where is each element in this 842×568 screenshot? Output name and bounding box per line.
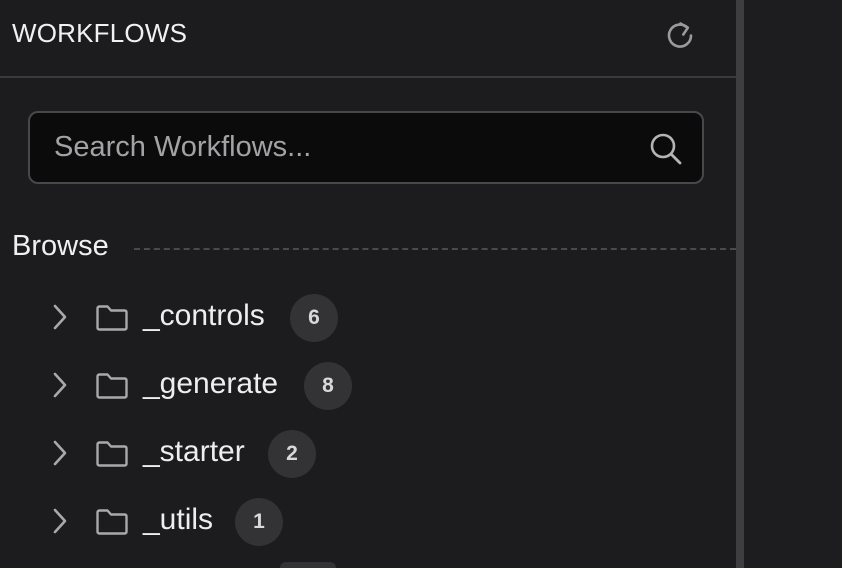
main-content-pane [744, 0, 842, 568]
chevron-right-icon[interactable] [48, 302, 72, 332]
dashed-divider [134, 248, 736, 250]
folder-icon [94, 302, 130, 334]
chevron-right-icon[interactable] [48, 370, 72, 400]
tree-item-starter[interactable]: _starter 2 [0, 426, 736, 482]
search-box [28, 111, 704, 184]
tree-item-label: _generate [143, 367, 279, 400]
tree-item-label: _controls [143, 299, 265, 332]
chevron-right-icon[interactable] [48, 506, 72, 536]
tree-item-utils[interactable]: _utils 1 [0, 494, 736, 550]
folder-icon [94, 438, 130, 470]
refresh-button[interactable] [660, 14, 700, 54]
workflows-panel: WORKFLOWS Browse _contr [0, 0, 736, 568]
panel-resize-handle[interactable] [736, 0, 744, 568]
count-badge: 2 [268, 430, 316, 478]
panel-title: WORKFLOWS [12, 18, 188, 48]
search-input[interactable] [54, 113, 644, 182]
count-badge: 8 [304, 362, 352, 410]
browse-label: Browse [12, 230, 109, 262]
tree-item-label: _utils [143, 503, 214, 536]
folder-icon [94, 370, 130, 402]
search-icon[interactable] [646, 129, 686, 169]
count-badge: 6 [290, 294, 338, 342]
tree-item-generate[interactable]: _generate 8 [0, 358, 736, 414]
count-badge: 1 [235, 498, 283, 546]
chevron-right-icon[interactable] [48, 438, 72, 468]
refresh-icon [667, 22, 693, 48]
panel-header: WORKFLOWS [0, 0, 736, 78]
folder-icon [94, 506, 130, 538]
browse-section-header: Browse [12, 228, 736, 268]
tree-item-label: _starter [143, 435, 245, 468]
partial-count-badge [280, 562, 336, 568]
tree-item-controls[interactable]: _controls 6 [0, 290, 736, 346]
